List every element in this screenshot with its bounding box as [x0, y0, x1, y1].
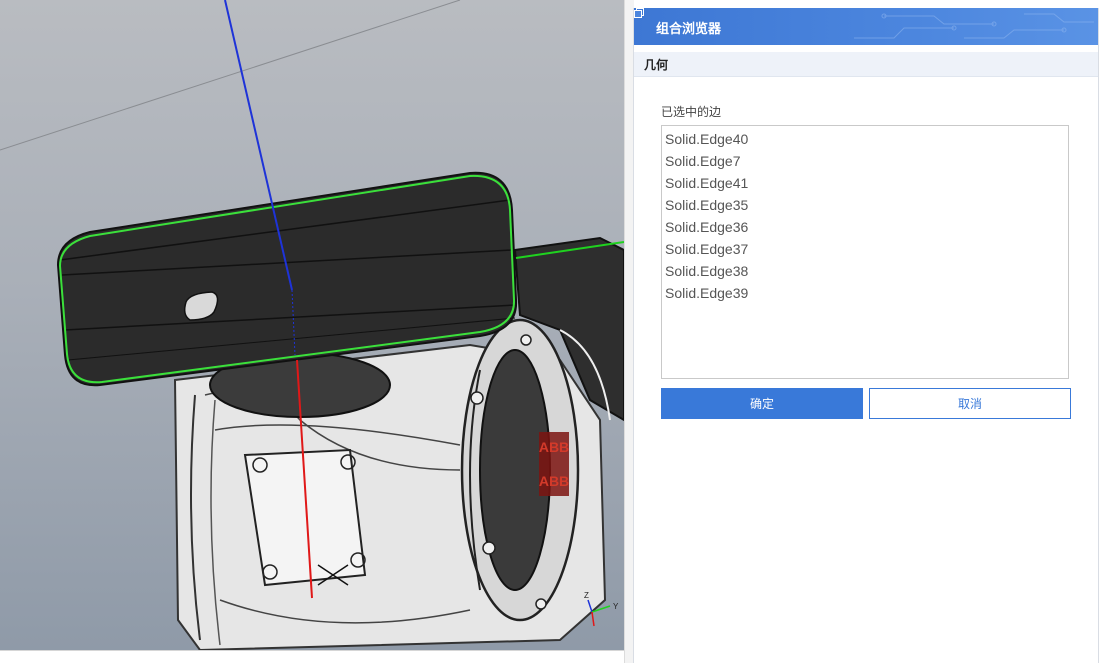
cancel-button[interactable]: 取消 [869, 388, 1071, 419]
list-item[interactable]: Solid.Edge41 [665, 173, 1068, 195]
list-item[interactable]: Solid.Edge40 [665, 129, 1068, 151]
list-item[interactable]: Solid.Edge35 [665, 195, 1068, 217]
combo-browser-panel: 组合浏览器 几何 已选中的边 Solid.Edge40 Solid.Edge7 … [633, 8, 1099, 663]
list-item[interactable]: Solid.Edge38 [665, 261, 1068, 283]
section-title: 几何 [644, 58, 669, 72]
svg-text:Y: Y [613, 602, 619, 611]
ok-button[interactable]: 确定 [661, 388, 863, 419]
list-item[interactable]: Solid.Edge37 [665, 239, 1068, 261]
panel-title: 组合浏览器 [656, 22, 722, 37]
svg-text:Z: Z [584, 591, 589, 600]
list-item[interactable]: Solid.Edge36 [665, 217, 1068, 239]
abb-logo: ABB ABB [539, 432, 569, 496]
section-header-geometry[interactable]: 几何 [634, 52, 1098, 77]
viewport-status-strip [0, 650, 624, 664]
selected-edges-list[interactable]: Solid.Edge40 Solid.Edge7 Solid.Edge41 So… [661, 125, 1069, 379]
list-item[interactable]: Solid.Edge39 [665, 283, 1068, 305]
panel-header: 组合浏览器 [634, 8, 1098, 45]
selected-edges-label: 已选中的边 [661, 105, 722, 119]
3d-viewport[interactable]: ABB ABB Z Y [0, 0, 624, 650]
svg-text:ABB: ABB [539, 439, 569, 455]
svg-text:ABB: ABB [539, 473, 569, 489]
restore-window-icon[interactable] [634, 8, 644, 18]
list-item[interactable]: Solid.Edge7 [665, 151, 1068, 173]
